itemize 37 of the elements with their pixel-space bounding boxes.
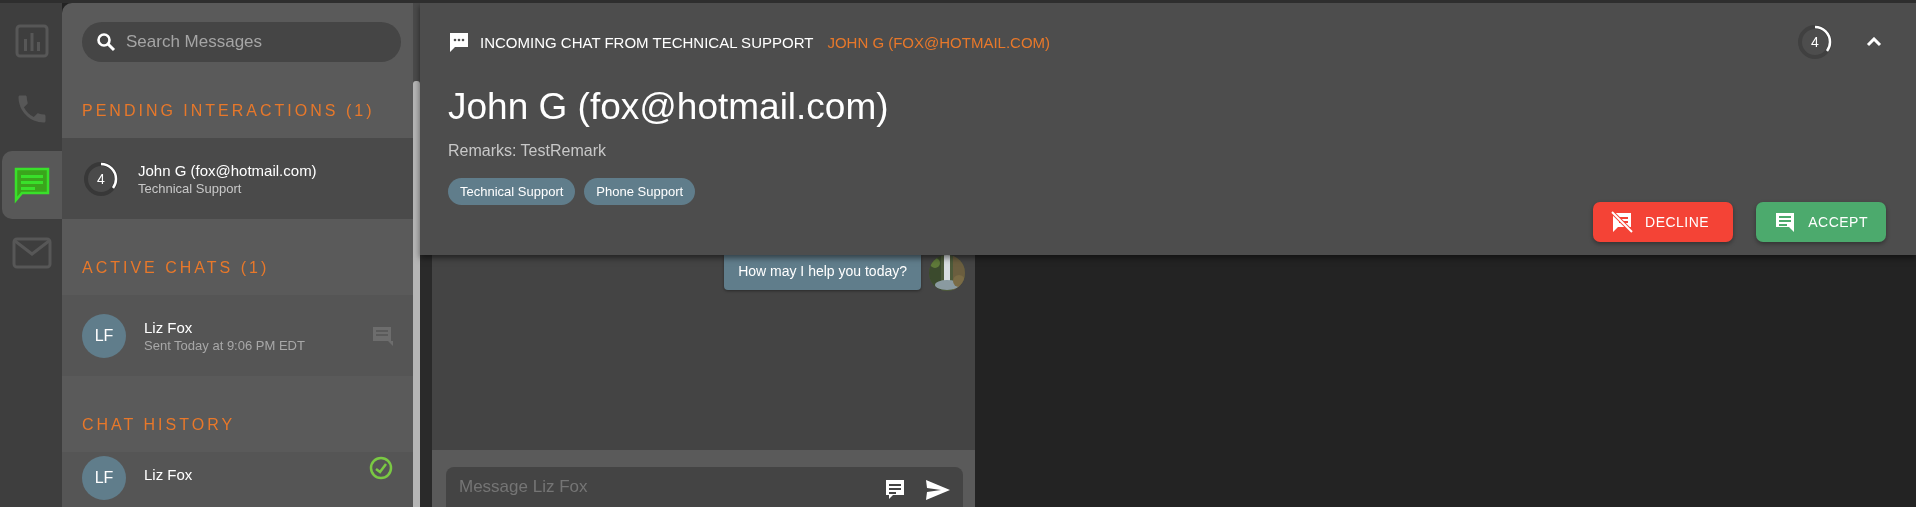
search-field[interactable]: Search Messages xyxy=(82,22,401,62)
skill-tag: Technical Support xyxy=(448,178,576,205)
message-icon xyxy=(12,165,52,205)
message-bubble: How may I help you today? xyxy=(724,255,921,290)
search-icon xyxy=(96,32,116,52)
mail-icon xyxy=(12,237,52,269)
section-heading: CHAT HISTORY xyxy=(81,415,237,435)
avatar: LF xyxy=(82,456,126,500)
scrollbar-thumb[interactable] xyxy=(413,81,420,507)
conversation-item[interactable]: 4 John G (fox@hotmail.com) Technical Support xyxy=(62,138,413,219)
skill-tag: Phone Support xyxy=(584,178,696,205)
contact-name: John G (fox@hotmail.com) xyxy=(138,161,318,179)
canned-message-icon[interactable] xyxy=(883,478,907,502)
check-circle-icon xyxy=(369,456,393,480)
caller-name: JOHN G (FOX@HOTMAIL.COM) xyxy=(827,33,1051,51)
conversation-item[interactable]: LF Liz Fox Sent Today at 9:06 PM EDT xyxy=(62,295,413,376)
bar-chart-icon xyxy=(14,23,50,59)
item-subtitle: Sent Today at 9:06 PM EDT xyxy=(144,337,306,353)
countdown-timer: 4 xyxy=(82,159,120,198)
avatar: LF xyxy=(82,313,126,358)
send-icon[interactable] xyxy=(925,478,951,502)
remarks-text: Remarks: TestRemark xyxy=(448,142,607,160)
contact-name: Liz Fox xyxy=(144,318,194,336)
message-icon xyxy=(1774,211,1797,233)
caller-heading: John G (fox@hotmail.com) xyxy=(448,86,890,128)
item-subtitle: Technical Support xyxy=(138,180,243,196)
crossed-message-icon xyxy=(1611,211,1633,233)
section-heading: ACTIVE CHATS (1) xyxy=(81,258,271,278)
conversation-item[interactable]: LF Liz Fox xyxy=(62,452,413,507)
section-heading: PENDING INTERACTIONS (1) xyxy=(81,101,376,121)
countdown-timer: 4 xyxy=(1796,23,1834,61)
message-icon xyxy=(371,324,393,347)
panel-title: INCOMING CHAT FROM TECHNICAL SUPPORT xyxy=(480,33,814,51)
contact-name: Liz Fox xyxy=(144,466,194,483)
collapse-icon[interactable] xyxy=(1866,37,1882,47)
decline-button[interactable]: DECLINE xyxy=(1593,202,1734,242)
chat-bubble-icon xyxy=(448,31,470,53)
